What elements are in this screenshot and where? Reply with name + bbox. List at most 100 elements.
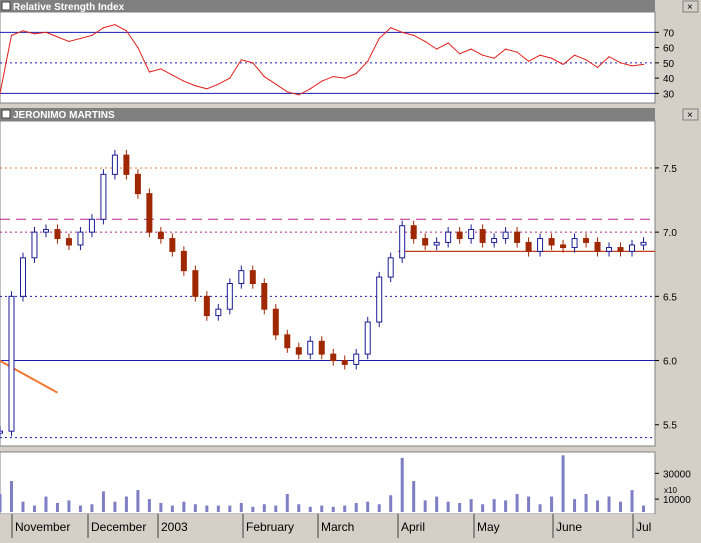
volume-bar <box>481 504 485 512</box>
price-candle <box>19 257 26 297</box>
price-candle <box>341 360 348 365</box>
volume-bar <box>538 504 542 512</box>
price-candle <box>54 229 61 240</box>
price-tick-label: 6.5 <box>663 292 677 303</box>
volume-tick-label: 10000 <box>663 495 691 506</box>
volume-bar <box>550 496 554 512</box>
volume-bar <box>446 501 450 512</box>
volume-bar <box>469 499 473 512</box>
date-axis-label: 2003 <box>161 520 188 534</box>
volume-bar <box>607 496 611 512</box>
price-candle <box>226 283 233 310</box>
volume-bar <box>101 491 105 512</box>
price-candle <box>330 353 337 362</box>
date-axis-label: Jul <box>636 520 651 534</box>
price-candle <box>445 231 452 243</box>
price-plot-area <box>0 120 656 447</box>
rsi-title: Relative Strength Index <box>13 2 125 13</box>
price-candle <box>169 238 176 252</box>
price-candle <box>422 238 429 246</box>
volume-bar <box>596 500 600 512</box>
volume-bar <box>285 493 289 512</box>
price-tick-label: 7.5 <box>663 164 677 175</box>
volume-multiplier: x10 <box>664 486 677 495</box>
volume-bar <box>377 504 381 512</box>
volume-bar <box>262 504 266 512</box>
price-panel-checkbox[interactable] <box>1 109 11 119</box>
volume-bar <box>504 500 508 512</box>
price-candle <box>617 247 624 252</box>
volume-bar <box>193 504 197 512</box>
volume-bar <box>67 500 71 512</box>
volume-bar <box>366 501 370 512</box>
price-candle <box>157 231 164 240</box>
price-candle <box>65 238 72 246</box>
date-axis-label: December <box>91 520 146 534</box>
volume-bar <box>228 505 232 512</box>
price-candle <box>456 231 463 240</box>
price-candle <box>353 353 360 365</box>
volume-bar <box>124 496 128 512</box>
price-tick-label: 7.0 <box>663 228 677 239</box>
volume-bar <box>136 490 140 512</box>
price-candle <box>376 276 383 323</box>
volume-bar <box>354 502 358 512</box>
chart-window: Relative Strength Index × 30 40 50 60 70 JER… <box>0 0 701 538</box>
rsi-panel-checkbox[interactable] <box>1 1 11 11</box>
volume-bar <box>0 493 2 512</box>
price-candle <box>8 295 15 432</box>
date-axis-label: June <box>556 520 582 534</box>
volume-bar <box>573 499 577 512</box>
price-candle <box>100 173 107 220</box>
price-candle <box>410 225 417 240</box>
price-candle <box>249 270 256 285</box>
price-candle <box>77 231 84 246</box>
rsi-tick-label: 70 <box>663 28 675 39</box>
volume-bar <box>584 493 588 512</box>
price-candle <box>261 283 268 310</box>
volume-bar <box>21 501 25 512</box>
price-candle <box>88 218 95 233</box>
price-candle <box>571 238 578 249</box>
price-candle <box>272 308 279 336</box>
price-candle <box>203 295 210 317</box>
price-candle <box>215 308 222 317</box>
rsi-tick-label: 60 <box>663 44 675 55</box>
volume-bar <box>205 505 209 512</box>
close-icon: × <box>687 2 693 13</box>
rsi-tick-label: 40 <box>663 74 675 85</box>
price-candle <box>548 238 555 246</box>
price-candle <box>42 229 49 233</box>
volume-bar <box>32 505 36 512</box>
price-candle <box>111 154 118 175</box>
price-title: JERONIMO MARTINS <box>13 110 115 121</box>
date-axis-label: November <box>15 520 70 534</box>
volume-bar <box>90 504 94 512</box>
price-candle <box>537 238 544 252</box>
price-candle <box>180 250 187 272</box>
price-candle <box>594 241 601 252</box>
price-candle <box>491 238 498 243</box>
volume-bar <box>389 495 393 512</box>
price-candle <box>123 154 130 175</box>
price-candle <box>387 257 394 278</box>
price-candle <box>318 340 325 355</box>
volume-plot-area <box>0 451 656 515</box>
volume-bar <box>182 501 186 512</box>
volume-bar <box>630 490 634 512</box>
price-candle <box>468 229 475 240</box>
price-tick-label: 5.5 <box>663 421 677 432</box>
price-candle <box>364 321 371 355</box>
price-candle <box>134 173 141 195</box>
price-candle <box>238 270 245 285</box>
rsi-plot-area <box>0 11 656 104</box>
price-candle <box>606 247 613 252</box>
price-tick-label: 6.0 <box>663 357 677 368</box>
price-candle <box>502 231 509 240</box>
price-candle <box>640 241 647 246</box>
price-candle <box>146 193 153 233</box>
volume-bar <box>320 505 324 512</box>
price-candle <box>31 231 38 259</box>
price-candle <box>514 231 521 243</box>
volume-bar <box>515 493 519 512</box>
